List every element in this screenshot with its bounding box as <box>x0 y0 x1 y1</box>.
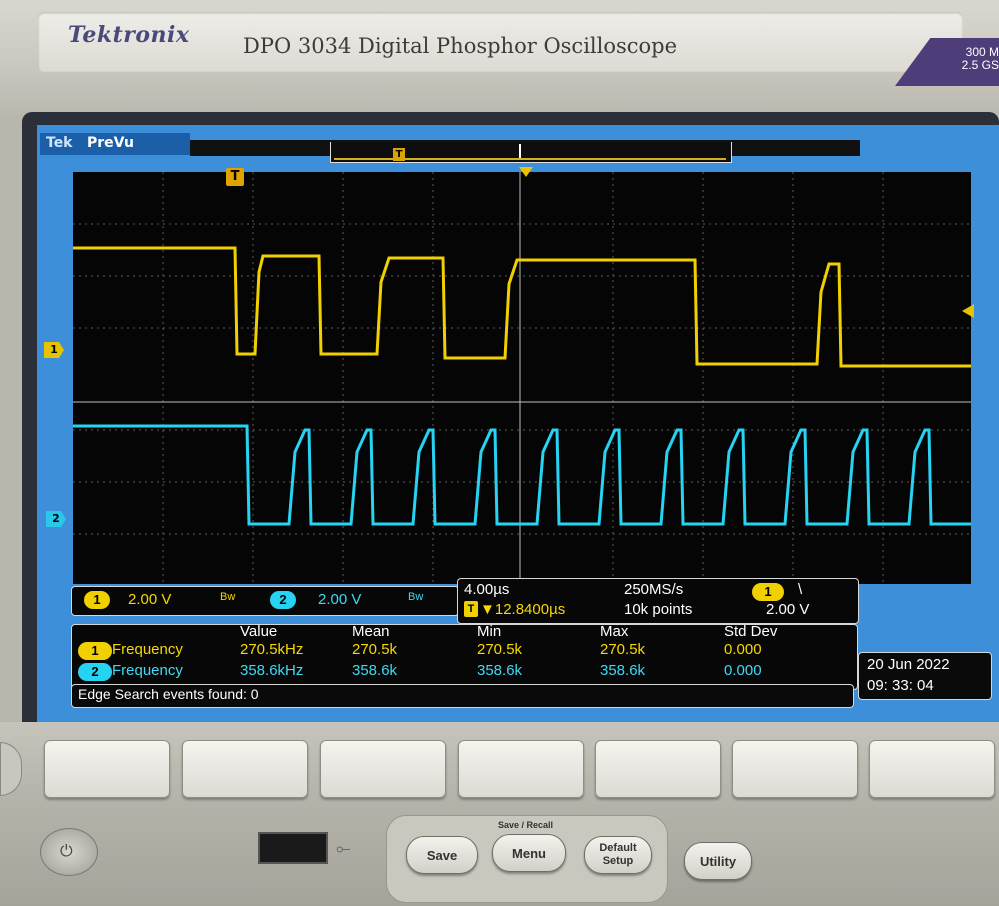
record-length: 10k points <box>624 601 693 618</box>
measurement-table: Value Mean Min Max Std Dev 1 Frequency 2… <box>71 623 858 690</box>
brand-logo: Tektronix <box>68 22 190 48</box>
trigger-position-icon: T <box>226 168 244 186</box>
trigger-slope-icon: \ <box>798 581 803 598</box>
trigger-source-badge: 1 <box>752 583 784 601</box>
softkey-1[interactable] <box>44 740 170 798</box>
date: 20 Jun 2022 <box>867 656 950 673</box>
usb-icon: ⟜ <box>336 838 351 859</box>
graticule-svg <box>73 172 971 584</box>
timebase-readout: 4.00µs 250MS/s T ▼12.8400µs 10k points 1… <box>457 578 859 624</box>
trigger-point-caret <box>519 167 533 177</box>
row-source-badge: 2 <box>78 663 112 681</box>
graticule-center-axes <box>73 172 971 584</box>
horizontal-scale: 4.00µs <box>464 581 510 598</box>
col-header-min: Min <box>477 623 502 640</box>
ch2-badge: 2 <box>270 591 296 609</box>
edge-search-text: Edge Search events found: 0 <box>78 686 259 702</box>
softkey-6[interactable] <box>732 740 858 798</box>
trigger-delay-icon: T <box>464 601 478 617</box>
save-recall-title: Save / Recall <box>498 820 554 830</box>
row-name: Frequency <box>112 662 183 679</box>
acquisition-mode: PreVu <box>87 135 134 151</box>
ch2-waveform <box>73 424 971 526</box>
graticule-grid <box>73 172 971 584</box>
row-value: 358.6kHz <box>240 662 304 679</box>
default-setup-label-2: Setup <box>602 855 634 867</box>
ch1-badge: 1 <box>84 591 110 609</box>
ch2-bandwidth-limit-icon: Bw <box>408 591 424 603</box>
sample-rate: 250MS/s <box>624 581 684 598</box>
ch1-bandwidth-limit-icon: Bw <box>220 591 236 603</box>
record-trigger-icon: T <box>393 148 405 161</box>
col-header-std-dev: Std Dev <box>724 623 778 640</box>
model-name: DPO 3034 Digital Phosphor Oscilloscope <box>243 34 678 58</box>
default-setup-button[interactable]: Default Setup <box>584 836 652 874</box>
row-min: 270.5k <box>477 641 523 658</box>
power-icon: ⏻ <box>60 841 73 860</box>
softkey-7[interactable] <box>869 740 995 798</box>
row-std-dev: 0.000 <box>724 662 762 679</box>
row-max: 358.6k <box>600 662 646 679</box>
menu-button[interactable]: Menu <box>492 834 566 872</box>
row-std-dev: 0.000 <box>724 641 762 658</box>
softkey-5[interactable] <box>595 740 721 798</box>
row-max: 270.5k <box>600 641 646 658</box>
ch1-waveform <box>73 246 971 368</box>
trigger-delay: ▼12.8400µs <box>480 601 566 618</box>
record-center-mark <box>519 144 521 158</box>
row-min: 358.6k <box>477 662 523 679</box>
col-header-value: Value <box>240 623 278 640</box>
ch2-scale: 2.00 V <box>318 591 362 608</box>
trigger-level-arrow <box>962 304 974 318</box>
softkey-4[interactable] <box>458 740 584 798</box>
row-source-badge: 1 <box>78 642 112 660</box>
ch1-scale: 2.00 V <box>128 591 172 608</box>
time: 09: 33: 04 <box>867 677 934 694</box>
col-header-max: Max <box>600 623 629 640</box>
default-setup-label-1: Default <box>599 842 637 854</box>
softkey-3[interactable] <box>320 740 446 798</box>
trigger-level: 2.00 V <box>766 601 810 618</box>
status-indicator: Tek PreVu <box>40 133 190 155</box>
edge-search-status: Edge Search events found: 0 <box>71 684 854 708</box>
softkey-2[interactable] <box>182 740 308 798</box>
row-value: 270.5kHz <box>240 641 304 658</box>
tek-label: Tek <box>46 135 73 151</box>
col-header-mean: Mean <box>352 623 390 640</box>
row-mean: 270.5k <box>352 641 398 658</box>
waveform-display[interactable] <box>73 172 971 584</box>
row-mean: 358.6k <box>352 662 398 679</box>
row-name: Frequency <box>112 641 183 658</box>
date-time-readout: 20 Jun 2022 09: 33: 04 <box>858 652 992 700</box>
utility-button[interactable]: Utility <box>684 842 752 880</box>
power-button[interactable]: ⏻ <box>40 828 98 876</box>
usb-port[interactable] <box>258 832 328 864</box>
vertical-scale-readout: 1 2.00 V Bw 2 2.00 V Bw <box>71 586 459 616</box>
save-button[interactable]: Save <box>406 836 478 874</box>
